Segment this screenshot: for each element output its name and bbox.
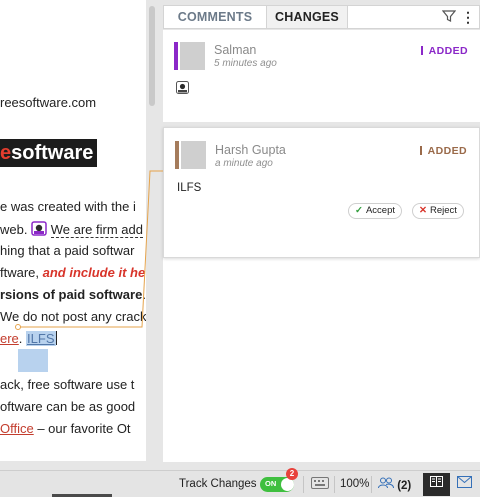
doc-line-1: e was created with the i [0,199,136,214]
tab-changes[interactable]: CHANGES [266,6,348,28]
editor-window: reesoftware.com esoftware e was created … [0,0,480,497]
check-icon: ✓ [355,205,363,216]
kebab-menu-icon[interactable]: ⋮ [461,8,475,26]
close-icon: ✕ [419,205,427,216]
avatar [175,141,208,169]
change-time: 5 minutes ago [214,58,277,69]
doc-line-7: ere. ILFS [0,331,57,346]
accept-button[interactable]: ✓ Accept [348,203,403,219]
change-author: Salman [214,43,257,57]
change-card[interactable]: Salman 5 minutes ago ADDED [163,30,480,122]
doc-line-url: reesoftware.com [0,95,97,110]
users-button[interactable]: (2) [378,477,411,492]
doc-line-3: hing that a paid softwar [0,243,135,258]
reject-button[interactable]: ✕ Reject [412,203,464,219]
doc-line-8: ack, free software use t [0,377,135,392]
keyboard-icon[interactable] [311,477,329,492]
track-changes-label: Track Changes [179,478,257,490]
review-tabs: COMMENTS CHANGES ⋮ [163,5,480,29]
text-caret [55,331,57,345]
doc-line-5: rsions of paid software. [0,287,146,302]
change-content: ILFS [177,182,202,194]
notification-badge: 2 [286,468,298,480]
doc-link-office[interactable]: Office [0,421,34,436]
change-time: a minute ago [215,158,273,169]
inserted-image-icon[interactable] [31,221,47,236]
mail-icon[interactable] [457,476,472,491]
status-badge: ADDED [419,145,467,157]
change-author: Harsh Gupta [215,143,286,157]
tab-comments[interactable]: COMMENTS [164,6,266,28]
changes-list: Salman 5 minutes ago ADDED Harsh Gupta a… [163,30,480,462]
status-badge: ADDED [420,45,468,57]
image-icon [176,81,189,99]
users-icon [378,477,397,492]
zoom-level[interactable]: 100% [340,478,369,490]
filter-icon[interactable] [441,9,457,25]
doc-line-6: We do not post any crack [0,309,146,324]
reading-view-icon[interactable] [423,473,450,496]
doc-line-2: web. We are firm add [0,221,143,238]
review-panel: COMMENTS CHANGES ⋮ Salman 5 minutes ago … [160,0,480,470]
document-page[interactable]: reesoftware.com esoftware e was created … [0,0,146,461]
tracked-insertion[interactable]: ILFS [26,331,56,346]
doc-line-4: ftware, and include it he [0,265,146,280]
doc-line-10: Office – our favorite Ot [0,421,131,436]
change-card[interactable]: Harsh Gupta a minute ago ADDED ILFS ✓ Acc… [163,127,480,258]
doc-line-9: oftware can be as good [0,399,136,414]
doc-link[interactable]: ere [0,331,19,346]
selection-highlight [18,349,48,372]
status-bar: Track Changes ON 2 100% (2) [0,468,480,497]
avatar [174,42,207,70]
document-scrollbar[interactable] [146,0,160,461]
scrollbar-thumb[interactable] [149,6,155,106]
logo-banner: esoftware [0,139,97,167]
